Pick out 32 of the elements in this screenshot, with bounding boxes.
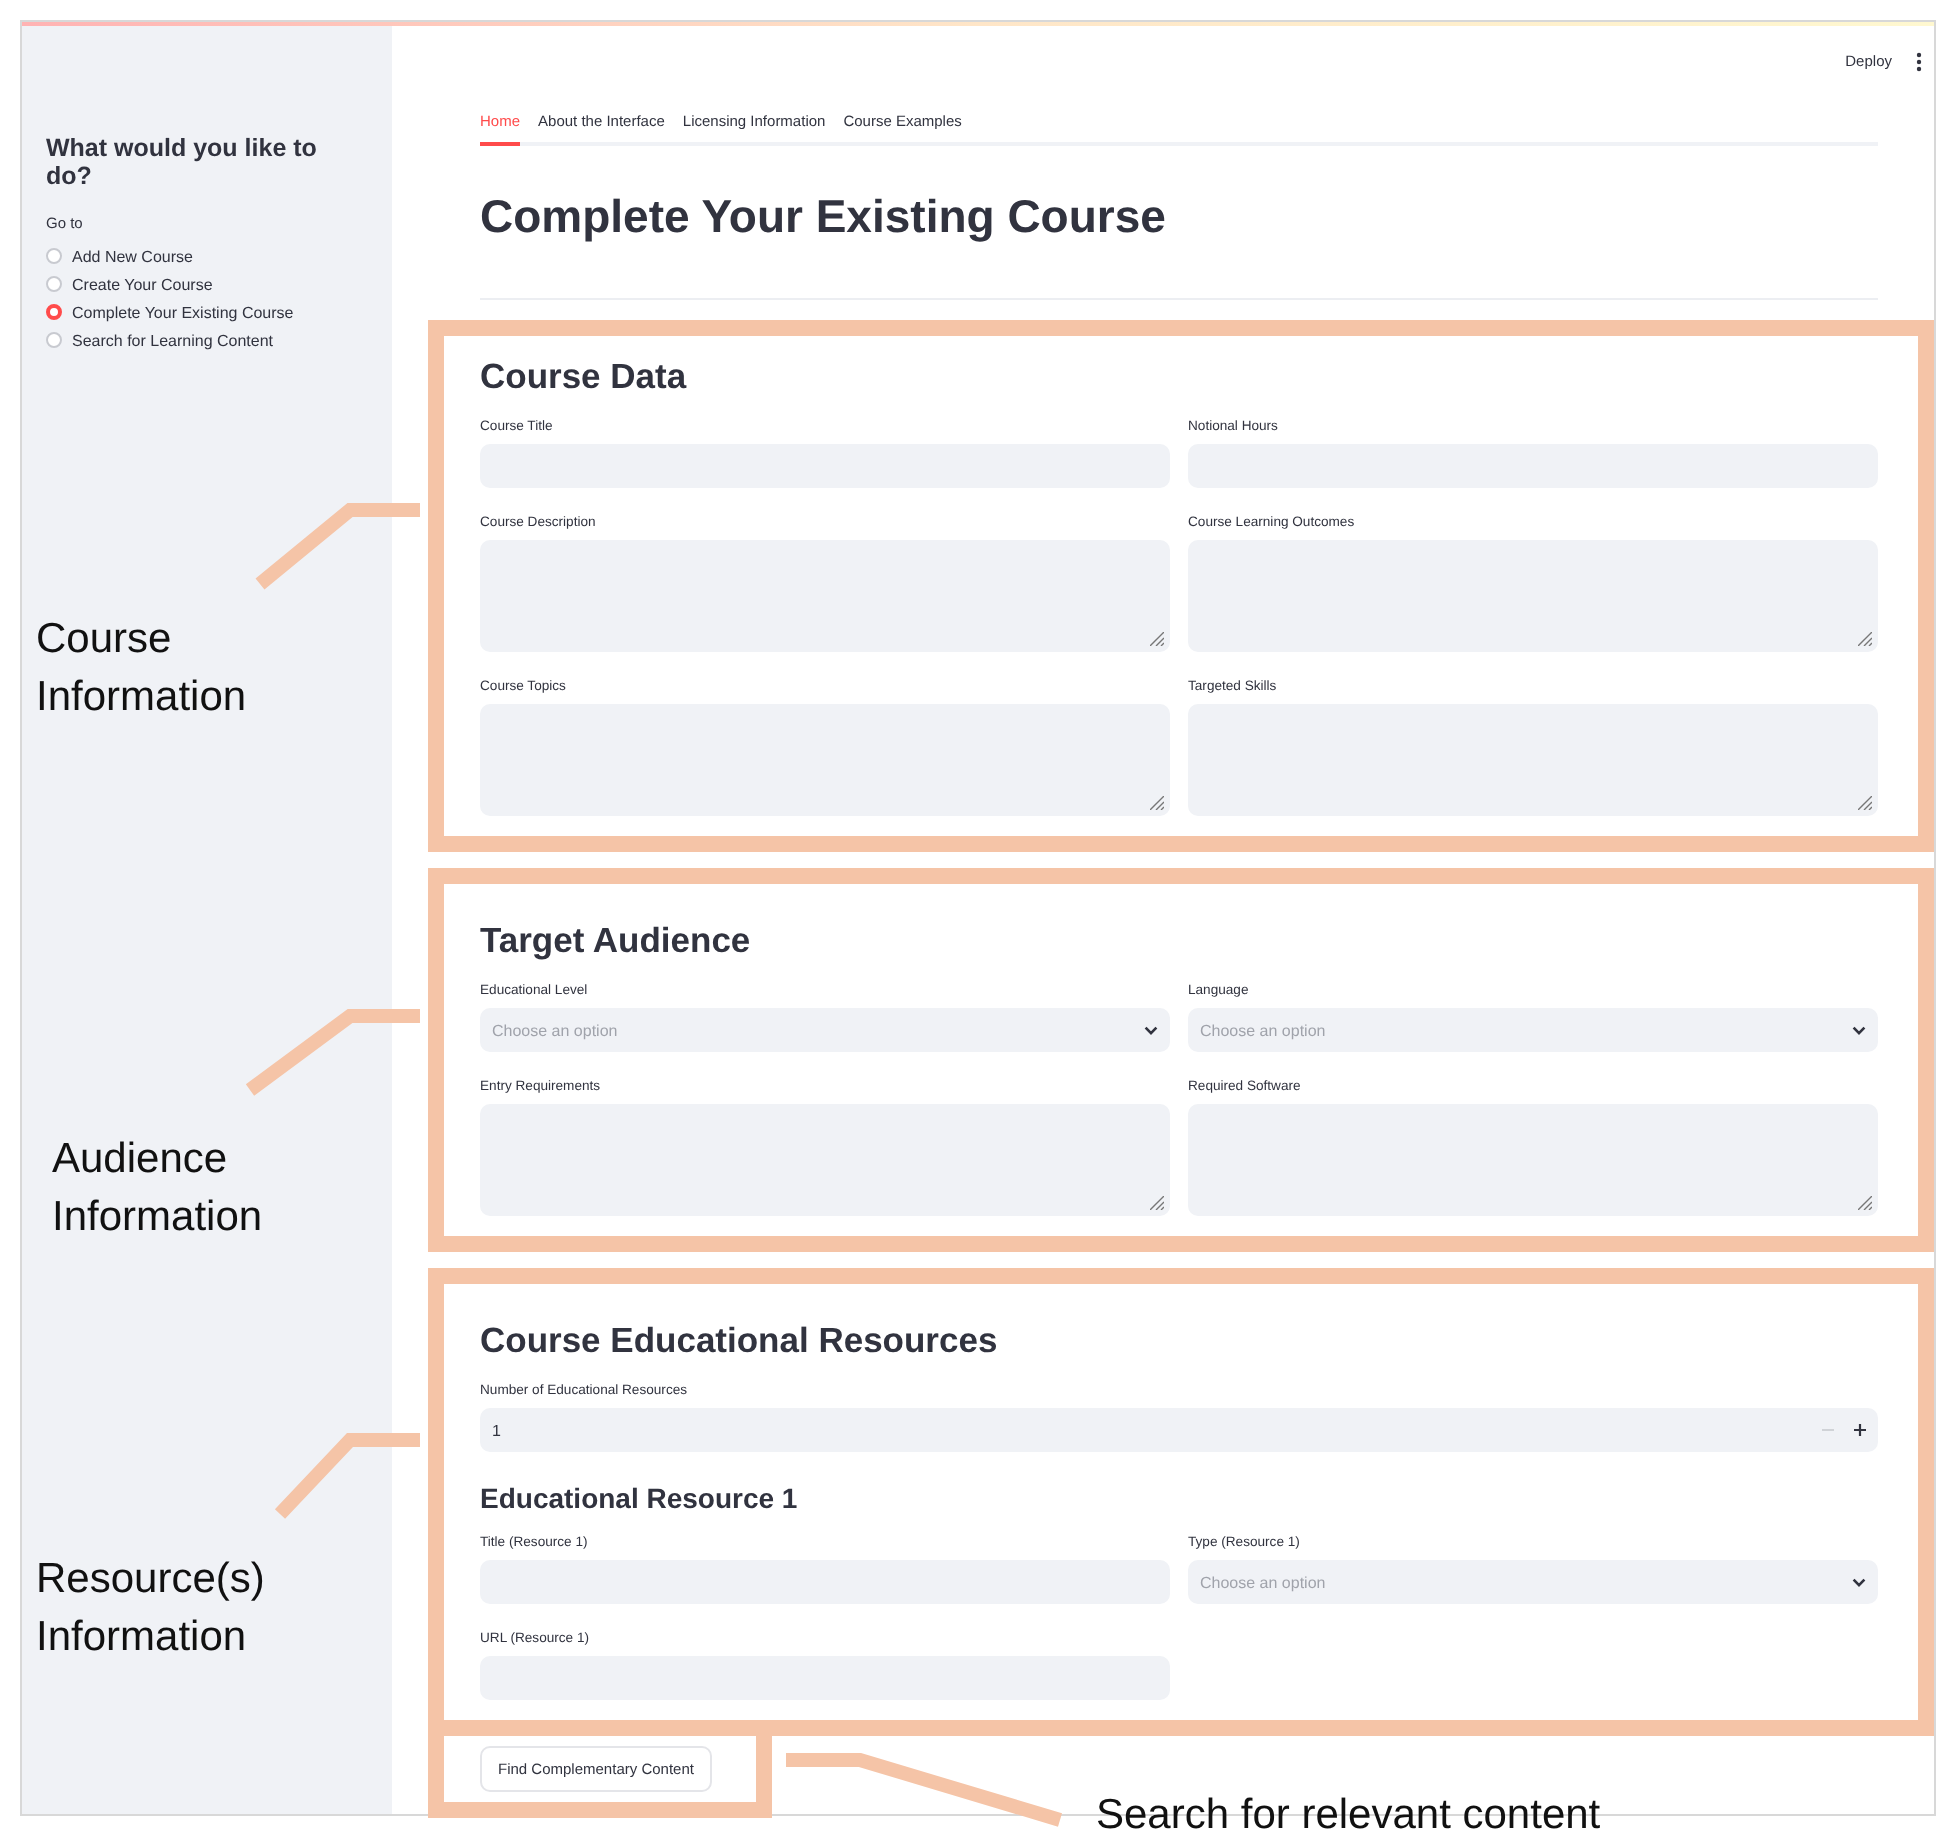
resize-grip-icon[interactable] (1150, 632, 1164, 646)
annotation-label: Audience Information (52, 1134, 263, 1244)
radio-option-label[interactable]: Search for Learning Content (72, 331, 274, 349)
increment-button[interactable] (1842, 1408, 1878, 1452)
section-heading: Course Educational Resources (480, 1318, 1000, 1364)
radio-button[interactable] (46, 332, 62, 348)
page-title: Complete Your Existing Course (480, 188, 1168, 246)
radio-option-label[interactable]: Add New Course (72, 247, 193, 265)
chevron-down-icon (1852, 1577, 1866, 1587)
radio-option-label[interactable]: Create Your Course (72, 275, 213, 293)
resize-grip-icon[interactable] (1150, 796, 1164, 810)
radio-option-label[interactable]: Complete Your Existing Course (72, 303, 294, 321)
annotation-label: Resource(s) Information (36, 1554, 265, 1664)
section-heading: Course Data (480, 354, 689, 400)
number-input[interactable]: 1 (480, 1408, 1814, 1452)
resize-grip-icon[interactable] (1858, 1196, 1872, 1210)
section-heading: Target Audience (480, 918, 753, 964)
annotation-label: Course Information (36, 614, 247, 724)
subsection-heading: Educational Resource 1 (480, 1480, 800, 1516)
resize-grip-icon[interactable] (1150, 1196, 1164, 1210)
menu-icon[interactable] (1916, 51, 1922, 71)
resize-grip-icon[interactable] (1858, 796, 1872, 810)
radio-button[interactable] (46, 304, 62, 320)
chevron-down-icon (1852, 1025, 1866, 1035)
resize-grip-icon[interactable] (1858, 632, 1872, 646)
annotation-label: Search for relevant content (1096, 1790, 1601, 1836)
chevron-down-icon (1144, 1025, 1158, 1035)
radio-button[interactable] (46, 248, 62, 264)
minus-icon (1822, 1424, 1834, 1436)
plus-icon (1854, 1424, 1866, 1436)
sidebar-title: What would you like to do? (46, 134, 319, 190)
radio-button[interactable] (46, 276, 62, 292)
